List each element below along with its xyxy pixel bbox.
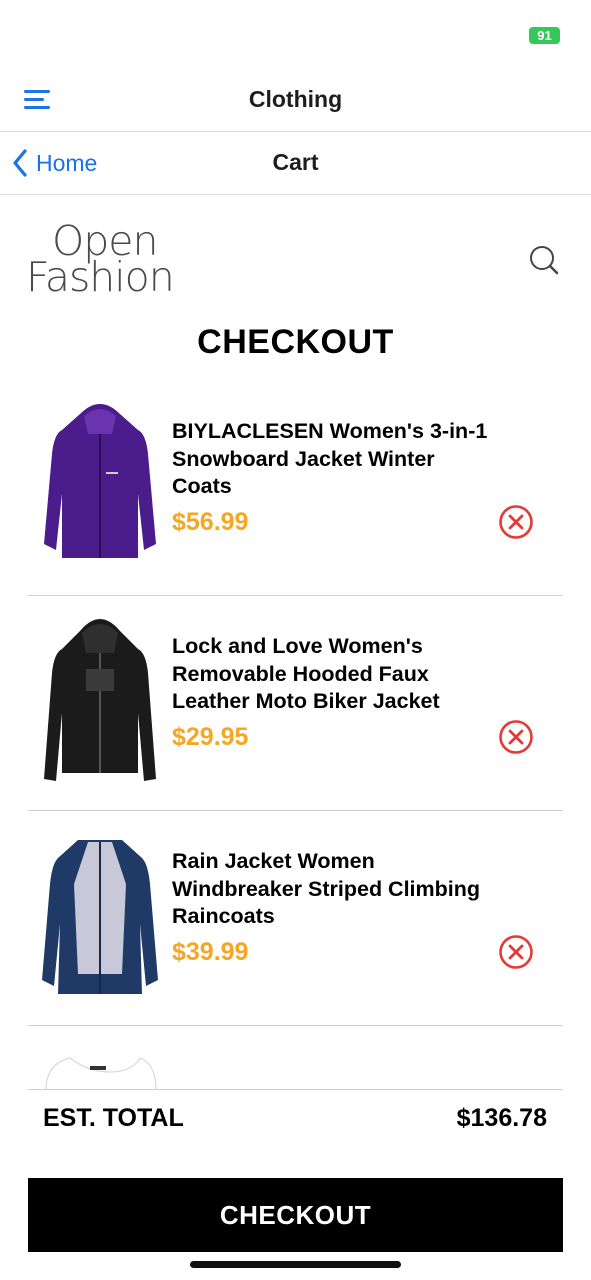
item-name[interactable]: Lock and Love Women's Removable Hooded F… [172,633,492,716]
cart-item: Lock and Love Women's Removable Hooded F… [28,595,563,811]
item-price: $56.99 [172,508,249,536]
page-title: CHECKOUT [197,323,394,361]
header-divider [0,131,591,132]
item-name[interactable]: BIYLACLESEN Women's 3-in-1 Snowboard Jac… [172,418,492,501]
open-fashion-logo: Open Fashion [26,217,175,301]
product-image[interactable] [42,394,158,566]
total-divider [28,1089,563,1090]
remove-item-icon[interactable] [498,504,534,540]
product-image[interactable] [40,1050,158,1090]
item-price: $29.95 [172,723,249,751]
app-title: Clothing [248,86,343,112]
battery-indicator: 91 [529,27,560,44]
nav-title: Cart [272,149,319,175]
remove-item-icon[interactable] [498,934,534,970]
item-price: $39.99 [172,938,249,966]
cart-item: BIYLACLESEN Women's 3-in-1 Snowboard Jac… [28,380,563,596]
total-label: EST. TOTAL [43,1104,184,1132]
total-value: $136.78 [456,1104,547,1132]
product-image[interactable] [42,609,158,781]
home-indicator[interactable] [190,1261,401,1268]
remove-item-icon[interactable] [498,719,534,755]
item-name[interactable]: Rain Jacket Women Windbreaker Striped Cl… [172,848,492,931]
cart-item: Rain Jacket Women Windbreaker Striped Cl… [28,810,563,1026]
product-image[interactable] [42,824,158,996]
search-icon[interactable] [528,244,560,276]
nav-divider [0,194,591,195]
checkout-button[interactable]: CHECKOUT [28,1178,563,1252]
